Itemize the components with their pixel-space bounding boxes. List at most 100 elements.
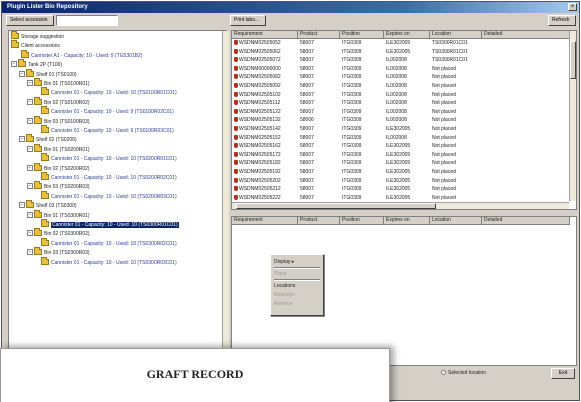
accession-grid-hscroll[interactable] [232,202,569,209]
table-row[interactable]: WSDNM02505082 58007 ITG0309 IL002008 Not pla… [232,74,576,81]
table-row[interactable]: WSDNM02505142 58007 ITG0309 ILE302005 Not pl… [232,126,576,133]
column-header[interactable]: Product [298,217,340,225]
table-row[interactable]: WSDNM02505102 58007 ITG0309 IL002008 Not pla… [232,91,576,99]
table-cell: ILE302005 [386,160,430,167]
expander-minus-icon[interactable]: − [27,230,33,237]
scroll-thumb[interactable] [236,203,436,209]
tree-item-folder[interactable]: Storage suggestion [11,31,64,41]
expander-minus-icon[interactable]: − [27,117,33,124]
tree-item-folder[interactable]: − Bin 03 (TS0100R03) [27,115,90,126]
tree-item-cannister[interactable]: Cannister 01 - Capacity: 10 - Used: 9 (T… [41,125,174,135]
column-header[interactable]: Location [430,217,482,225]
tree-item-folder[interactable]: − Bin 03 (TS0200R03) [27,181,90,191]
column-header[interactable]: Expires on [384,31,430,39]
column-header[interactable]: Requirement [232,31,298,39]
table-row[interactable]: WSDNM02505222 58007 ITG0309 ILE302005 Not pl… [232,194,576,202]
cell-text: IL002008 [386,134,407,141]
column-header[interactable]: Expires on [384,217,430,225]
table-row[interactable]: WSDNM00000000 58007 ITG0309 IL002008 Not pla… [232,65,576,73]
tree-item-folder[interactable]: − Bin 03 (TS0300R03) [27,247,90,257]
table-row[interactable]: WSDNM02505152 58007 ITG0309 IL002008 Not pla… [232,134,576,142]
menu-item-display[interactable]: Display ▸ [274,258,294,266]
table-row[interactable]: WSDNM02505162 58007 ITG0309 ILE302005 Not pl… [232,143,576,150]
expander-minus-icon[interactable]: − [27,164,33,171]
tree-item-cannister[interactable]: Cannister 01 - Capacity: 10 - Used: 10 (… [41,256,177,267]
tree-item-folder[interactable]: − Bin 01 (TS0300R01) [27,209,90,220]
expander-minus-icon[interactable]: − [27,80,33,86]
expander-minus-icon[interactable]: − [27,211,33,218]
cell-text: WSDNM02505222 [239,194,281,201]
tree-scrollbar[interactable] [222,31,229,349]
table-row[interactable]: WSDNM02505122 58007 ITG0309 IL002008 Not pla… [232,108,576,116]
table-row[interactable]: WSDNM02505202 58007 ITG0309 ILE302005 Not pl… [232,177,576,185]
accession-grid[interactable]: Requirement Product Position Expires on Loca… [231,30,577,210]
tree-item-folder[interactable]: − Bin 01 (TS0100R01) [27,78,90,88]
column-header[interactable]: Requirement [232,217,298,225]
cell-text: ITG0309 [342,169,362,175]
expander-minus-icon[interactable]: − [27,183,33,190]
exit-button[interactable]: Exit [551,368,575,379]
cell-text: 58006 [300,117,314,124]
title-bar[interactable]: Plugin Lister Bio Repository × [2,2,579,13]
expander-minus-icon[interactable]: − [27,98,33,105]
tree-item-folder[interactable]: − Shelf 03 (TS0300) [19,200,77,210]
table-cell: ITG0309 [342,126,384,133]
column-header[interactable]: Detailed [482,217,570,225]
accession-search-input[interactable] [56,15,118,26]
tree-item-folder[interactable]: − Bin 02 (TS0100R02) [27,96,90,107]
tree-item-folder[interactable]: − Bin 01 (TS0200R01) [27,143,90,154]
table-row[interactable]: WSDNM02505212 58007 ITG0309 ILE302005 Not pl… [232,186,576,193]
selected-location-option[interactable]: Selected location [441,370,486,376]
cell-text: 58007 [300,186,314,193]
expander-minus-icon[interactable]: − [19,70,25,77]
tree-item-folder[interactable]: − Tank 2P (T100) [11,59,62,69]
table-row[interactable]: WSDNM02505172 58007 ITG0309 ILE302005 Not pl… [232,151,576,159]
table-row[interactable]: WSDNM02505112 58007 ITG0309 IL002008 Not pla… [232,100,576,107]
specimen-flask-icon [234,91,238,97]
tree-item-folder[interactable]: Client accessions [11,40,60,50]
column-header[interactable]: Position [340,31,384,39]
table-row[interactable]: WSDNM02505052 58007 ITG0309 ILE302005 TS0300… [232,40,576,47]
select-accession-button[interactable]: Select accession [6,15,54,26]
tree-item-cannister[interactable]: Cannister 01 - Capacity: 10 - Used: 10 (… [41,153,177,163]
column-header[interactable]: Detailed [482,31,570,39]
menu-item-locations[interactable]: Locations [274,282,295,290]
expander-minus-icon[interactable]: − [27,249,33,256]
print-labels-button[interactable]: Print labs... [230,15,266,26]
tree-item-cannister[interactable]: Cannister 01 - Capacity: 10 - Used: 9 (T… [41,106,174,116]
table-cell: WSDNM02505052 [234,40,298,47]
scroll-thumb[interactable] [570,41,576,79]
column-header[interactable]: Position [340,217,384,225]
tree-item-folder[interactable]: − Shelf 02 (TS0200) [19,134,77,144]
tree-item-folder[interactable]: − Shelf 01 (TS0100) [19,68,77,79]
table-row[interactable]: WSDNM02505182 58007 ITG0309 ILE302005 Not pl… [232,160,576,167]
radio-icon[interactable] [441,370,446,375]
column-header[interactable]: Location [430,31,482,39]
tree-item-cannister[interactable]: Cannister 01 - Capacity: 10 - Used: 10 (… [41,237,177,248]
tree-item-folder[interactable]: − Bin 02 (TS0200R02) [27,162,90,173]
table-row[interactable]: WSDNM02505092 58007 ITG0309 IL002008 Not pla… [232,83,576,90]
table-row[interactable]: WSDNM02505192 58007 ITG0309 ILE302005 Not pl… [232,169,576,176]
tree-item-cannister[interactable]: Cannister 01 - Capacity: 10 - Used: 10 (… [41,87,177,97]
table-row[interactable]: WSDNM02505132 58006 ITG0309 IL002008 Not pla… [232,117,576,124]
refresh-button[interactable]: Refresh [548,15,576,26]
menu-item-reassign[interactable]: Reassign [274,291,295,299]
close-icon[interactable]: × [568,3,577,11]
expander-minus-icon[interactable]: − [19,136,25,143]
table-row[interactable]: WSDNM02505072 58007 ITG0309 IL002008 TS0300R… [232,57,576,64]
cell-text: ITG0309 [342,126,362,132]
tree-item-cannister[interactable]: Cannister 01 - Capacity: 10 - Used: 10 (… [41,219,179,229]
table-row[interactable]: WSDNM02505062 58007 ITG0309 ILE302005 TS0300… [232,48,576,56]
column-header[interactable]: Product [298,31,340,39]
tree-item-cannister[interactable]: Cannister A1 - Capacity: 10 - Used: 9 (T… [21,49,142,60]
expander-minus-icon[interactable]: − [11,61,17,68]
tree-item-folder[interactable]: − Bin 02 (TS0300R02) [27,228,90,238]
storage-tree[interactable]: Storage suggestion Client accessions Canni… [8,30,228,350]
menu-item-place[interactable]: Place [274,270,287,278]
expander-minus-icon[interactable]: − [19,202,25,209]
accession-grid-vscroll[interactable] [569,31,576,201]
tree-item-cannister[interactable]: Cannister 01 - Capacity: 10 - Used: 10 (… [41,190,177,201]
menu-item-remove[interactable]: Remove [274,300,293,308]
expander-minus-icon[interactable]: − [27,145,33,152]
tree-item-cannister[interactable]: Cannister 01 - Capacity: 10 - Used: 10 (… [41,172,177,182]
